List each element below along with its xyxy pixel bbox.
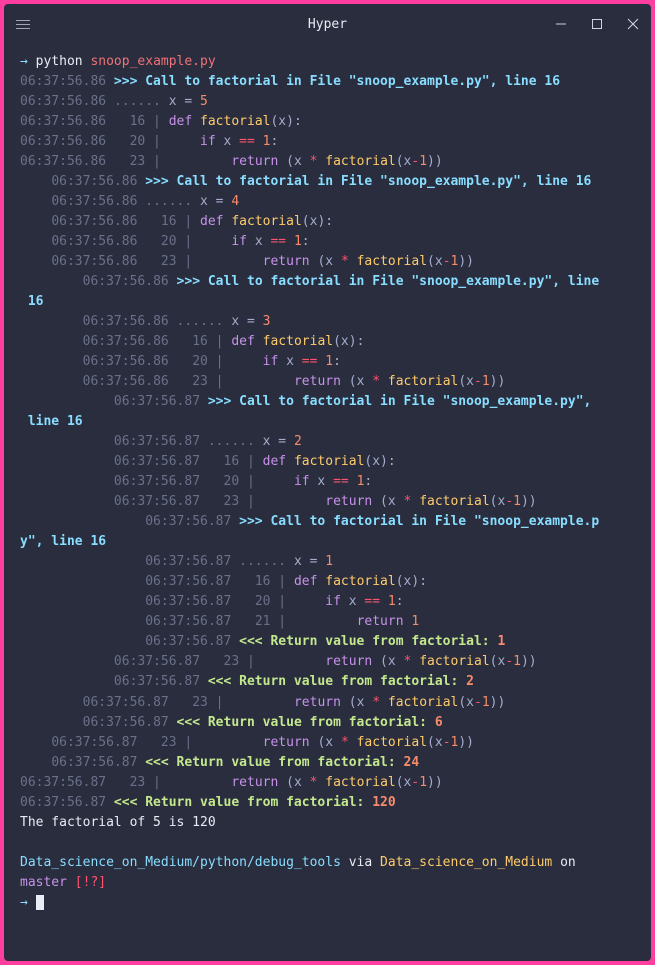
terminal-window: Hyper → python snoop_example.py06:37:56.… xyxy=(4,4,651,961)
menu-icon[interactable] xyxy=(16,20,30,29)
window-title: Hyper xyxy=(308,17,347,32)
window-controls xyxy=(555,18,639,30)
terminal-content[interactable]: → python snoop_example.py06:37:56.86 >>>… xyxy=(4,44,651,961)
cursor xyxy=(36,895,44,910)
titlebar: Hyper xyxy=(4,4,651,44)
close-button[interactable] xyxy=(627,18,639,30)
minimize-button[interactable] xyxy=(555,18,567,30)
maximize-button[interactable] xyxy=(591,18,603,30)
